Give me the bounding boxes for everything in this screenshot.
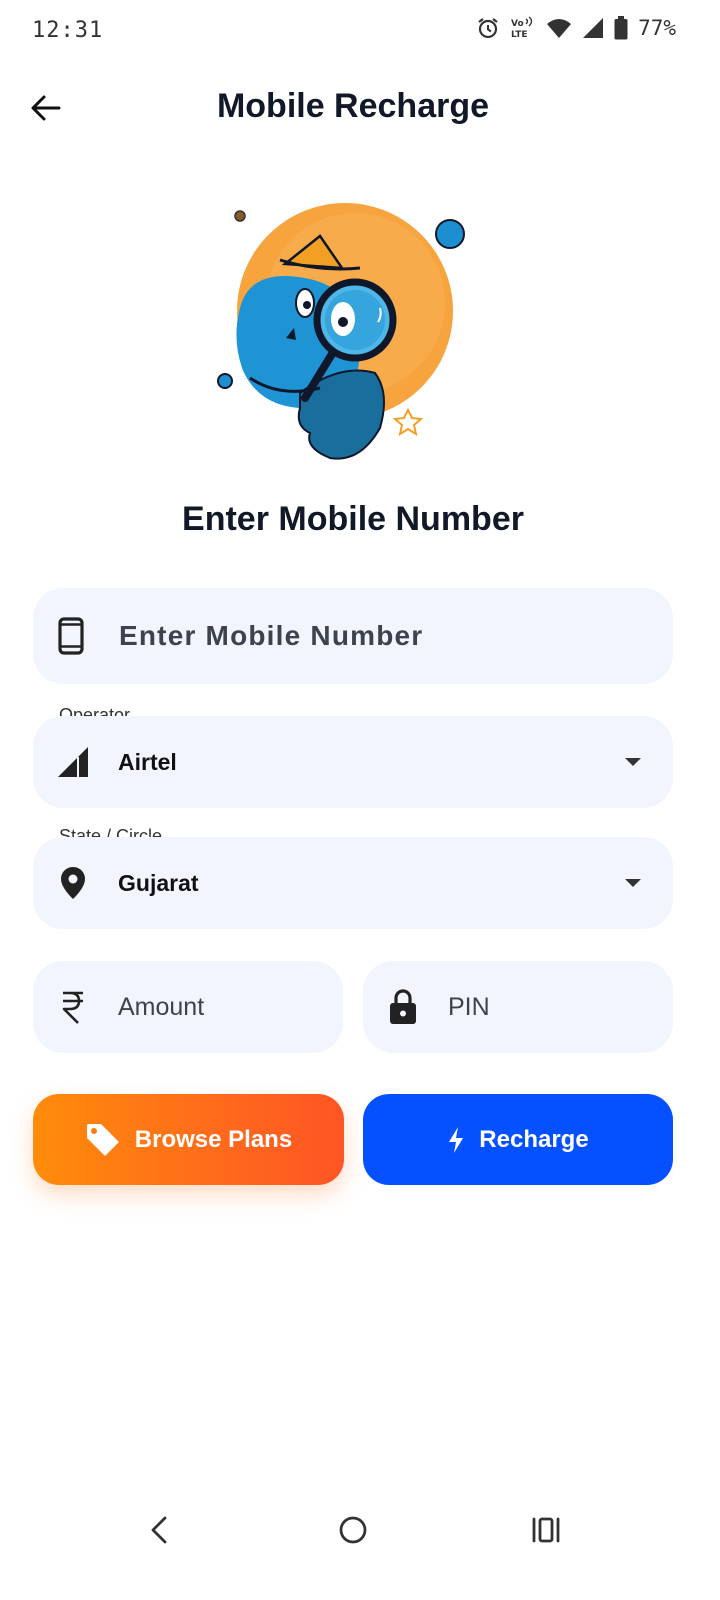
state-value: Gujarat [118, 869, 199, 896]
battery-percent: 77% [638, 16, 676, 40]
smartphone-icon [33, 617, 109, 655]
amount-field[interactable]: Amount [33, 961, 343, 1053]
amount-placeholder: Amount [118, 992, 205, 1021]
mascot-illustration [217, 203, 465, 460]
signal-cellular-icon [33, 745, 113, 779]
alarm-icon [478, 18, 498, 39]
status-time: 12:31 [32, 18, 104, 43]
nav-home-icon [339, 1516, 367, 1544]
svg-text:LTE: LTE [511, 30, 528, 40]
lock-icon [363, 989, 443, 1025]
browse-plans-label: Browse Plans [134, 1125, 293, 1153]
state-select[interactable]: Gujarat [33, 837, 673, 929]
signal-icon [583, 18, 604, 38]
chevron-down-icon [593, 757, 673, 767]
wifi-icon [547, 19, 572, 38]
page-title: Mobile Recharge [216, 87, 490, 125]
nav-back-icon [151, 1516, 167, 1544]
nav-recents-button[interactable] [518, 1502, 574, 1558]
nav-home-button[interactable] [325, 1502, 381, 1558]
bolt-icon [449, 1126, 464, 1153]
system-nav-bar [0, 1490, 720, 1570]
battery-icon [614, 16, 628, 40]
section-heading: Enter Mobile Number [182, 500, 524, 538]
nav-recents-icon [532, 1517, 560, 1543]
rupee-icon [33, 990, 113, 1024]
pin-field[interactable]: PIN [363, 961, 673, 1053]
mobile-number-field[interactable]: Enter Mobile Number [33, 588, 673, 684]
recharge-label: Recharge [479, 1125, 589, 1153]
status-icons: Vo LTE 77% [476, 16, 676, 40]
app-bar: Mobile Recharge [0, 70, 720, 146]
volte-icon: Vo LTE [511, 16, 533, 40]
location-pin-icon [33, 866, 113, 900]
operator-value: Airtel [118, 748, 177, 775]
status-bar: 12:31 Vo LTE 77% [0, 0, 720, 62]
pin-placeholder: PIN [448, 992, 490, 1021]
chevron-down-icon [593, 878, 673, 888]
svg-text:Vo: Vo [511, 19, 524, 29]
mobile-number-placeholder: Enter Mobile Number [119, 620, 424, 651]
tag-icon [86, 1123, 119, 1156]
browse-plans-button[interactable]: Browse Plans [33, 1094, 344, 1185]
operator-select[interactable]: Airtel [33, 716, 673, 808]
recharge-button[interactable]: Recharge [363, 1094, 673, 1185]
nav-back-button[interactable] [131, 1502, 187, 1558]
